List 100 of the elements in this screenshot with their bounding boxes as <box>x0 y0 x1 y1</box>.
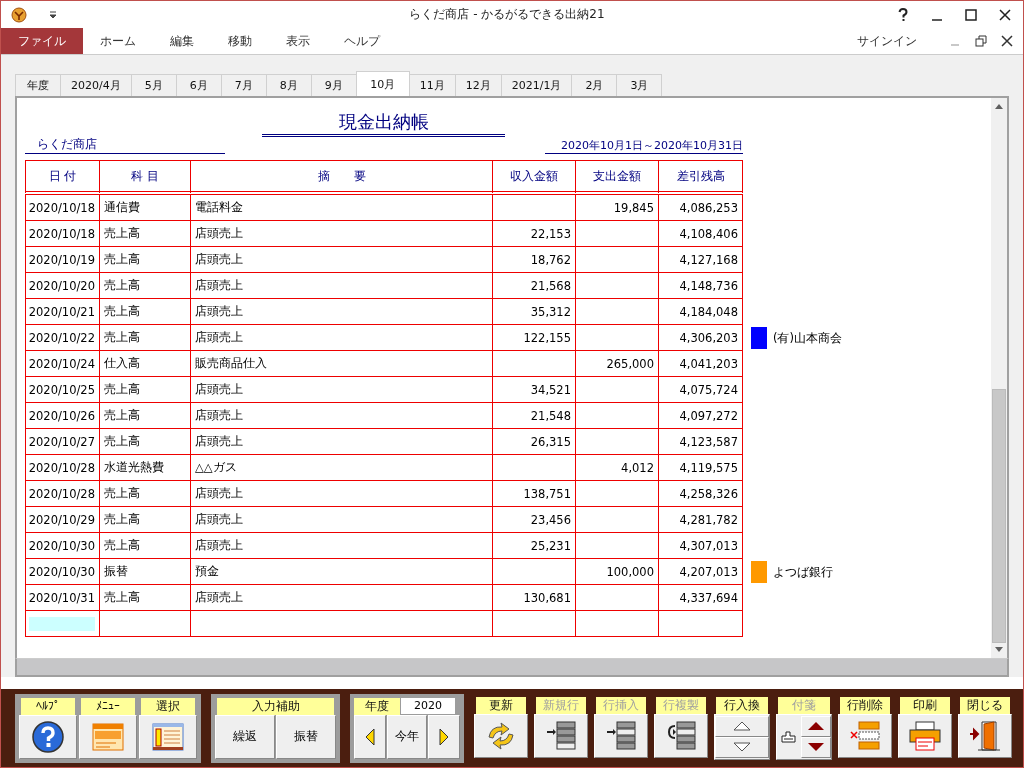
tool-label: 行挿入 <box>596 696 646 714</box>
description-cell: 店頭売上 <box>191 247 493 274</box>
triangle-down-icon <box>807 742 825 753</box>
date-cell: 2020/10/24 <box>25 351 100 378</box>
help-icon[interactable] <box>897 7 909 22</box>
date-cell: 2020/10/18 <box>25 195 100 222</box>
date-cell: 2020/10/28 <box>25 455 100 482</box>
period-label: 2020年10月1日～2020年10月31日 <box>545 138 743 155</box>
maximize-icon[interactable] <box>965 8 977 21</box>
menu-item[interactable]: ヘルプ <box>327 28 397 55</box>
balance-cell: 4,108,406 <box>659 221 743 248</box>
description-cell: 店頭売上 <box>191 299 493 326</box>
income-cell: 122,155 <box>493 325 576 352</box>
table-cell[interactable] <box>100 611 191 638</box>
previous-year-button[interactable] <box>354 714 386 759</box>
date-cell: 2020/10/29 <box>25 507 100 534</box>
delete-button[interactable] <box>838 713 892 758</box>
column-header: 支出金額 <box>576 160 659 196</box>
print-button[interactable] <box>898 713 952 758</box>
menu-item[interactable]: 編集 <box>153 28 211 55</box>
income-cell: 23,456 <box>493 507 576 534</box>
dropdown-icon[interactable] <box>49 10 57 19</box>
close-icon[interactable] <box>999 8 1011 21</box>
description-cell: 電話料金 <box>191 195 493 222</box>
account-cell: 水道光熱費 <box>100 455 191 482</box>
window-icon <box>92 722 124 751</box>
scroll-down-icon[interactable] <box>995 647 1003 653</box>
description-cell: 店頭売上 <box>191 533 493 560</box>
account-cell: 売上高 <box>100 325 191 352</box>
description-cell: 店頭売上 <box>191 429 493 456</box>
refresh-icon <box>485 720 517 751</box>
menu-item[interactable]: 表示 <box>269 28 327 55</box>
table-cell[interactable] <box>25 611 100 638</box>
date-cell: 2020/10/27 <box>25 429 100 456</box>
table-cell[interactable] <box>493 611 576 638</box>
month-tab[interactable]: 年度 <box>15 74 61 97</box>
refresh-button[interactable] <box>474 713 528 758</box>
date-cell: 2020/10/28 <box>25 481 100 508</box>
account-cell: 売上高 <box>100 481 191 508</box>
shop-name: らくだ商店 <box>25 136 225 155</box>
menu-item[interactable]: ホーム <box>83 28 153 55</box>
this-year-button[interactable]: 今年 <box>387 714 427 759</box>
sticky-note-text: よつば銀行 <box>773 564 833 580</box>
date-input-field[interactable] <box>29 616 95 631</box>
close-button[interactable] <box>958 713 1012 758</box>
triangle-down-icon <box>733 742 751 753</box>
copy-button[interactable] <box>654 713 708 758</box>
scrollbar-thumb[interactable] <box>992 389 1006 644</box>
assist-button[interactable]: 繰返 <box>215 714 275 759</box>
column-header: 摘 要 <box>191 160 493 196</box>
column-header: 科 目 <box>100 160 191 196</box>
triangle-up-icon <box>807 721 825 732</box>
month-tab[interactable]: 10月 <box>355 71 410 97</box>
description-cell: 店頭売上 <box>191 507 493 534</box>
assist-button[interactable]: 振替 <box>276 714 336 759</box>
description-cell: 店頭売上 <box>191 481 493 508</box>
description-cell: 店頭売上 <box>191 325 493 352</box>
month-tab[interactable]: 3月 <box>616 74 663 97</box>
scroll-up-icon[interactable] <box>995 104 1003 110</box>
sign-in-link[interactable]: サインイン <box>857 32 917 50</box>
date-cell: 2020/10/30 <box>25 533 100 560</box>
balance-cell: 4,041,203 <box>659 351 743 378</box>
year-field[interactable]: 2020 <box>401 697 455 714</box>
menu-item[interactable]: 移動 <box>211 28 269 55</box>
move-up-button[interactable] <box>801 715 831 737</box>
next-year-button[interactable] <box>428 714 460 759</box>
exit-door-icon <box>968 719 1002 752</box>
tool-label: 付箋 <box>778 696 830 714</box>
table-cell[interactable] <box>576 611 659 638</box>
income-cell: 26,315 <box>493 429 576 456</box>
income-cell: 21,568 <box>493 273 576 300</box>
account-cell: 振替 <box>100 559 191 586</box>
tool-label: ﾒﾆｭｰ <box>81 697 135 715</box>
date-cell: 2020/10/31 <box>25 585 100 612</box>
date-cell: 2020/10/26 <box>25 403 100 430</box>
triangle-left-icon <box>365 727 375 746</box>
tool-label: 行削除 <box>840 696 890 714</box>
insert-button[interactable] <box>594 713 648 758</box>
tool-label: 新規行 <box>536 696 586 714</box>
table-cell[interactable] <box>191 611 493 638</box>
help-button[interactable] <box>19 714 77 759</box>
close-icon[interactable] <box>1001 35 1013 48</box>
income-cell: 25,231 <box>493 533 576 560</box>
balance-cell: 4,075,724 <box>659 377 743 404</box>
help-icon <box>32 720 64 753</box>
newrow-button[interactable] <box>534 713 588 758</box>
horizontal-scrollbar[interactable] <box>15 658 1009 678</box>
move-down-button[interactable] <box>801 736 831 758</box>
restore-icon[interactable] <box>975 35 987 48</box>
vertical-scrollbar[interactable] <box>991 98 1007 659</box>
menu-item[interactable]: ファイル <box>1 28 83 55</box>
app-logo-icon <box>11 6 27 23</box>
column-header: 日 付 <box>25 160 100 196</box>
date-cell: 2020/10/18 <box>25 221 100 248</box>
tool-label: 行複製 <box>656 696 706 714</box>
select-button[interactable] <box>139 714 197 759</box>
account-cell: 売上高 <box>100 221 191 248</box>
expense-cell: 4,012 <box>576 455 659 482</box>
balance-cell: 4,306,203 <box>659 325 743 352</box>
table-cell[interactable] <box>659 611 743 638</box>
